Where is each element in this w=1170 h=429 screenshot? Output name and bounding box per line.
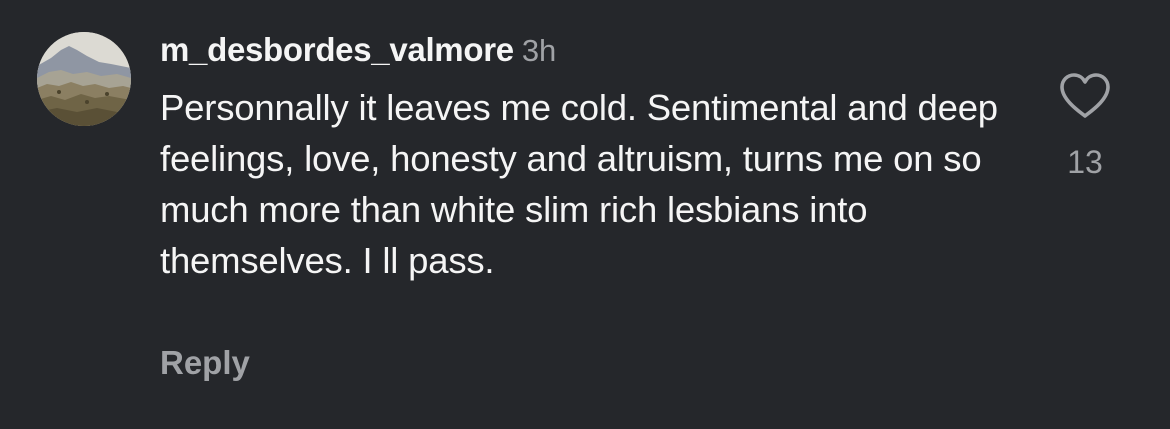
landscape-avatar-icon	[37, 32, 131, 126]
timestamp: 3h	[521, 33, 557, 68]
comment-text: Personnally it leaves me cold. Sentiment…	[160, 87, 998, 281]
comment-header: m_desbordes_valmore 3h	[160, 28, 556, 79]
avatar[interactable]	[37, 32, 131, 126]
username[interactable]: m_desbordes_valmore	[160, 31, 514, 68]
comment-item: m_desbordes_valmore 3h Personnally it lea…	[0, 0, 1170, 429]
like-button[interactable]	[1058, 72, 1112, 120]
reply-button[interactable]: Reply	[160, 344, 250, 382]
like-count: 13	[1067, 144, 1103, 180]
heart-outline-icon	[1060, 73, 1110, 118]
